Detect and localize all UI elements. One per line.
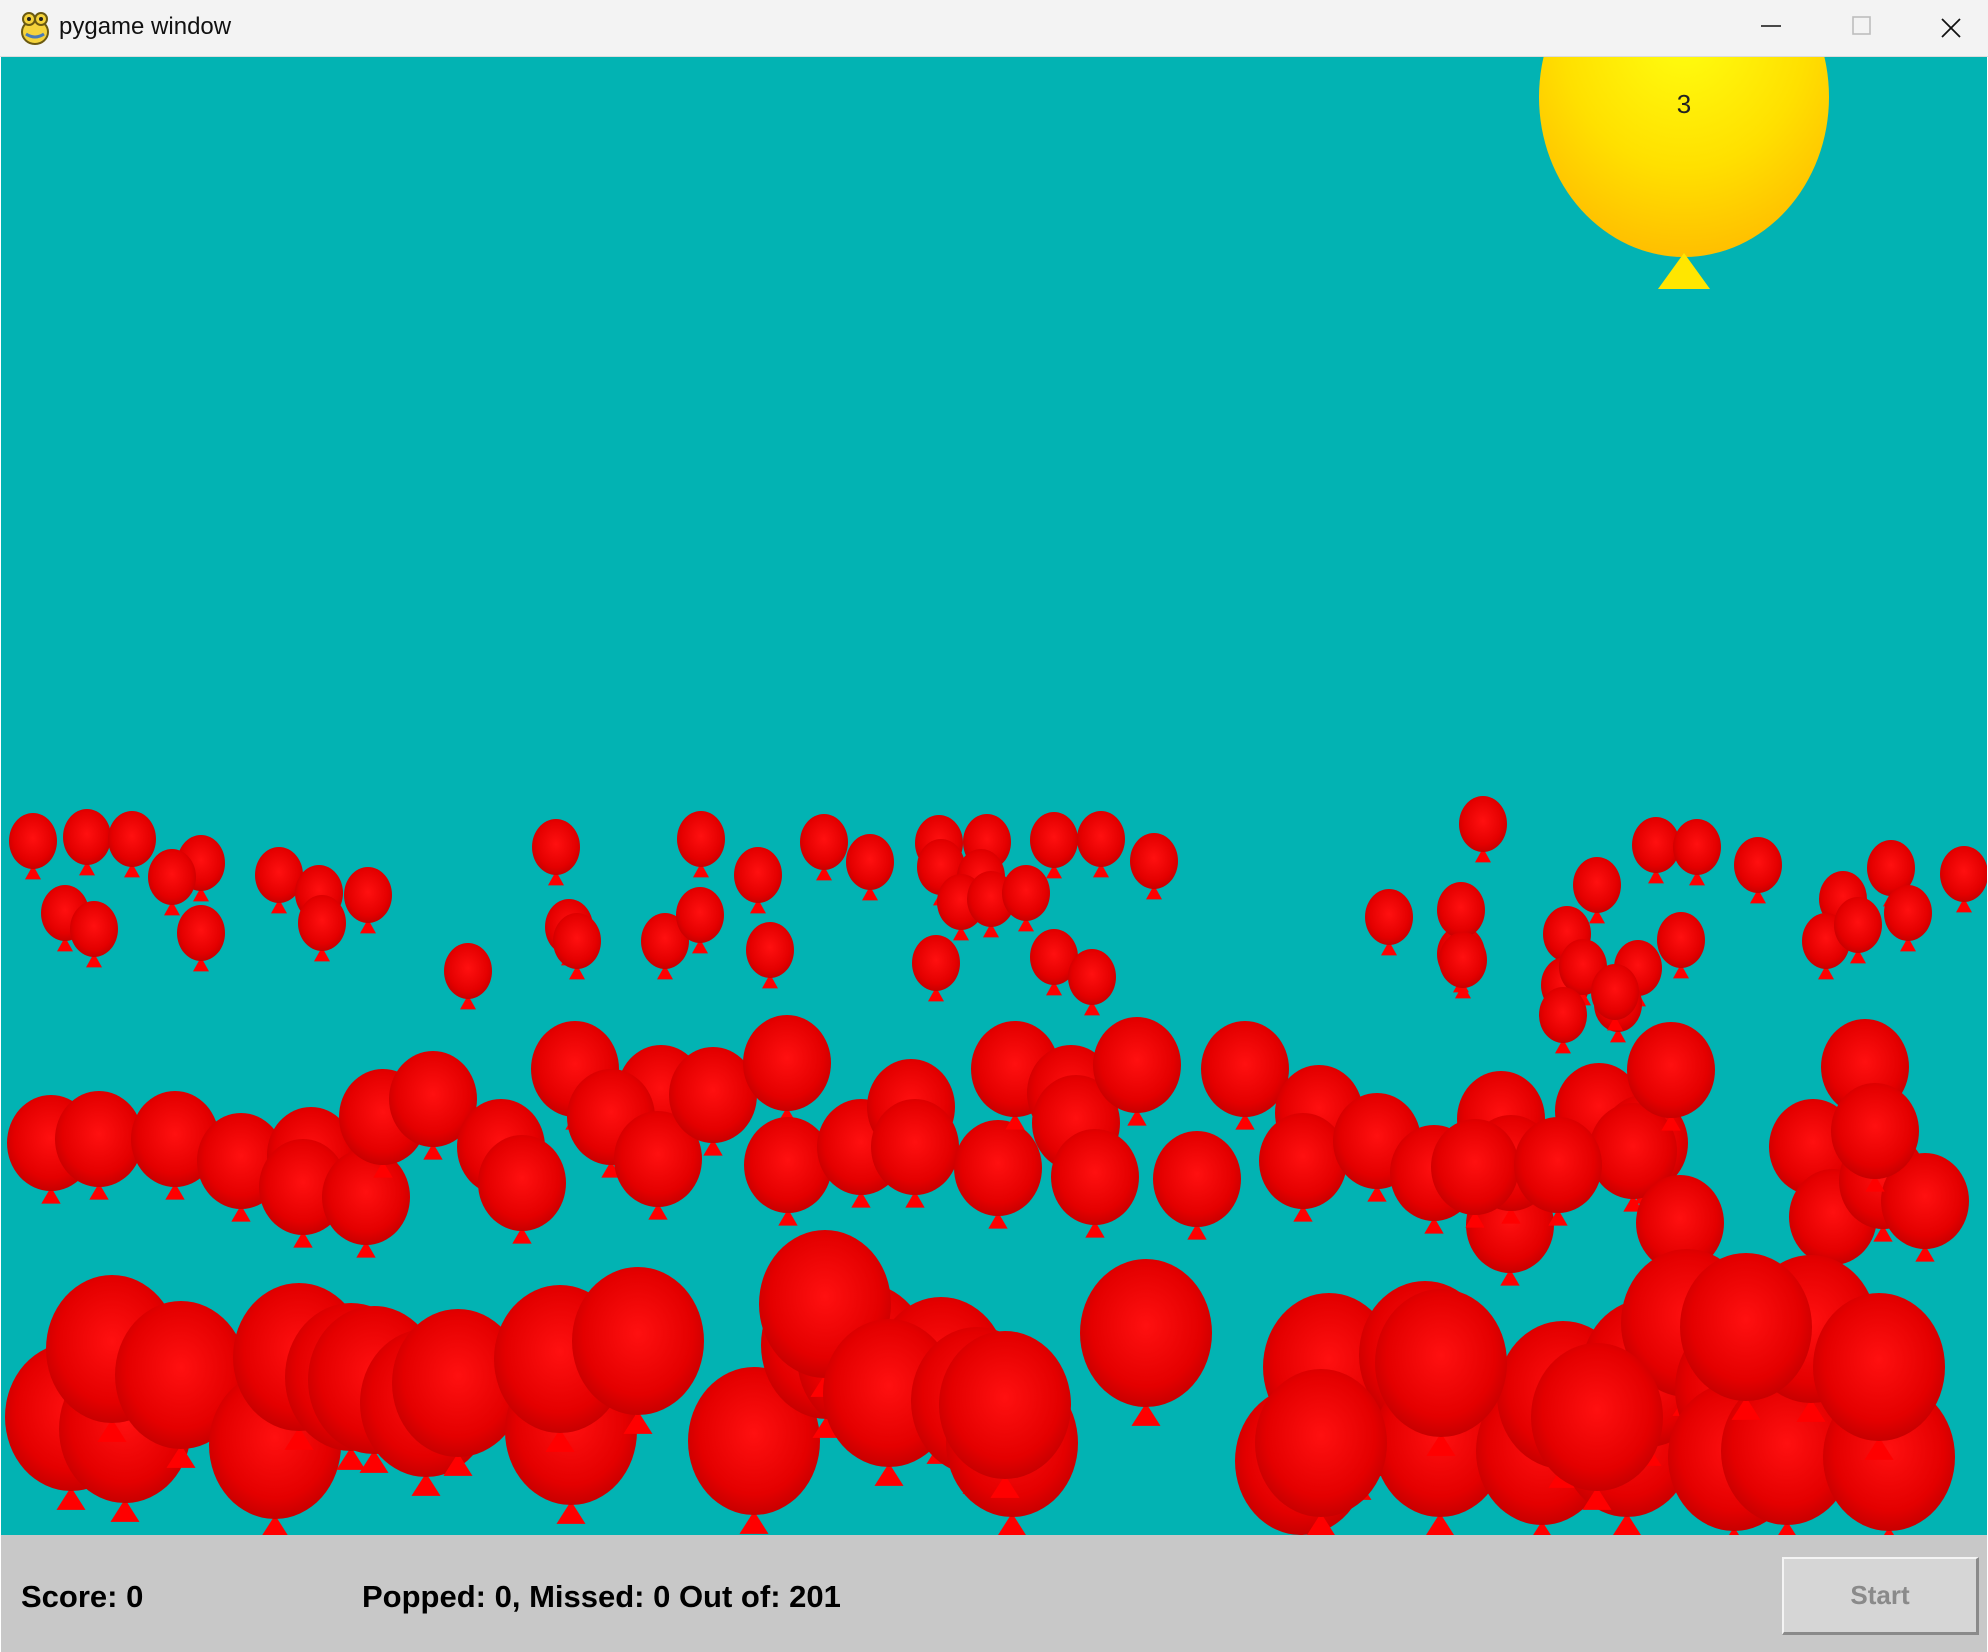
red-balloon[interactable] [1632, 817, 1680, 873]
red-balloon[interactable] [1439, 932, 1487, 988]
red-balloon[interactable] [1591, 964, 1639, 1020]
red-balloon[interactable] [55, 1091, 143, 1187]
red-balloon[interactable] [9, 813, 57, 869]
red-balloon[interactable] [1051, 1129, 1139, 1225]
close-icon [1941, 18, 1961, 38]
red-balloon[interactable] [444, 943, 492, 999]
red-balloon[interactable] [1030, 812, 1078, 868]
red-balloon[interactable] [1153, 1131, 1241, 1227]
red-balloon[interactable] [1201, 1021, 1289, 1117]
red-balloon[interactable] [1259, 1113, 1347, 1209]
red-balloon[interactable] [148, 849, 196, 905]
red-balloon[interactable] [1539, 987, 1587, 1043]
red-balloon[interactable] [744, 1117, 832, 1213]
red-balloon[interactable] [676, 887, 724, 943]
red-balloon[interactable] [1068, 949, 1116, 1005]
red-balloon[interactable] [1531, 1343, 1663, 1491]
red-balloon[interactable] [1080, 1259, 1212, 1407]
yellow-balloon-knot [1658, 253, 1710, 289]
start-button[interactable]: Start [1782, 1557, 1979, 1635]
maximize-icon [1852, 16, 1871, 35]
red-balloon[interactable] [746, 922, 794, 978]
minimize-icon [1761, 25, 1781, 27]
status-bar: Score: 0 Popped: 0, Missed: 0 Out of: 20… [1, 1535, 1987, 1652]
red-balloon[interactable] [1813, 1293, 1945, 1441]
red-balloon[interactable] [912, 935, 960, 991]
red-balloon[interactable] [1077, 811, 1125, 867]
red-balloon[interactable] [1940, 846, 1987, 902]
red-balloon[interactable] [743, 1015, 831, 1111]
red-balloon[interactable] [1093, 1017, 1181, 1113]
maximize-button[interactable] [1816, 0, 1906, 56]
red-balloon[interactable] [1431, 1119, 1519, 1215]
window-title: pygame window [59, 13, 232, 40]
red-balloon[interactable] [1884, 885, 1932, 941]
red-balloon[interactable] [70, 901, 118, 957]
red-balloon[interactable] [1514, 1117, 1602, 1213]
red-balloon[interactable] [322, 1149, 410, 1245]
score-label: Score: 0 [21, 1579, 144, 1614]
red-balloons-layer [5, 796, 1987, 1535]
red-balloon[interactable] [1437, 882, 1485, 938]
red-balloon[interactable] [1130, 833, 1178, 889]
red-balloon[interactable] [954, 1120, 1042, 1216]
red-balloon[interactable] [677, 811, 725, 867]
red-balloon[interactable] [1459, 796, 1507, 852]
red-balloon[interactable] [108, 811, 156, 867]
red-balloon[interactable] [1680, 1253, 1812, 1401]
red-balloon[interactable] [298, 895, 346, 951]
red-balloon[interactable] [572, 1267, 704, 1415]
red-balloon[interactable] [1627, 1022, 1715, 1118]
pygame-icon [18, 10, 52, 46]
red-balloon[interactable] [1673, 819, 1721, 875]
red-balloon[interactable] [1734, 837, 1782, 893]
red-balloon[interactable] [1002, 865, 1050, 921]
red-balloon[interactable] [532, 819, 580, 875]
red-balloon[interactable] [344, 867, 392, 923]
balloon-number-label: 3 [1677, 89, 1691, 119]
red-balloon[interactable] [1255, 1369, 1387, 1517]
red-balloon[interactable] [846, 834, 894, 890]
red-balloon[interactable] [1834, 897, 1882, 953]
red-balloon[interactable] [1831, 1083, 1919, 1179]
title-bar: pygame window [0, 0, 1988, 57]
red-balloon[interactable] [1657, 912, 1705, 968]
red-balloon[interactable] [800, 814, 848, 870]
yellow-balloon-body[interactable] [1539, 57, 1829, 257]
minimize-button[interactable] [1726, 0, 1816, 56]
red-balloon[interactable] [63, 809, 111, 865]
red-balloon[interactable] [553, 913, 601, 969]
red-balloon[interactable] [478, 1135, 566, 1231]
red-balloon[interactable] [177, 905, 225, 961]
game-canvas[interactable]: 3 [1, 57, 1987, 1535]
red-balloon[interactable] [1375, 1289, 1507, 1437]
balloon-field[interactable]: 3 [1, 57, 1987, 1535]
red-balloon[interactable] [871, 1099, 959, 1195]
red-balloon[interactable] [1365, 889, 1413, 945]
red-balloon[interactable] [939, 1331, 1071, 1479]
red-balloon[interactable] [1573, 857, 1621, 913]
red-balloon[interactable] [734, 847, 782, 903]
close-button[interactable] [1906, 0, 1988, 56]
special-balloon[interactable]: 3 [1539, 57, 1829, 289]
popped-missed-label: Popped: 0, Missed: 0 Out of: 201 [362, 1579, 841, 1614]
